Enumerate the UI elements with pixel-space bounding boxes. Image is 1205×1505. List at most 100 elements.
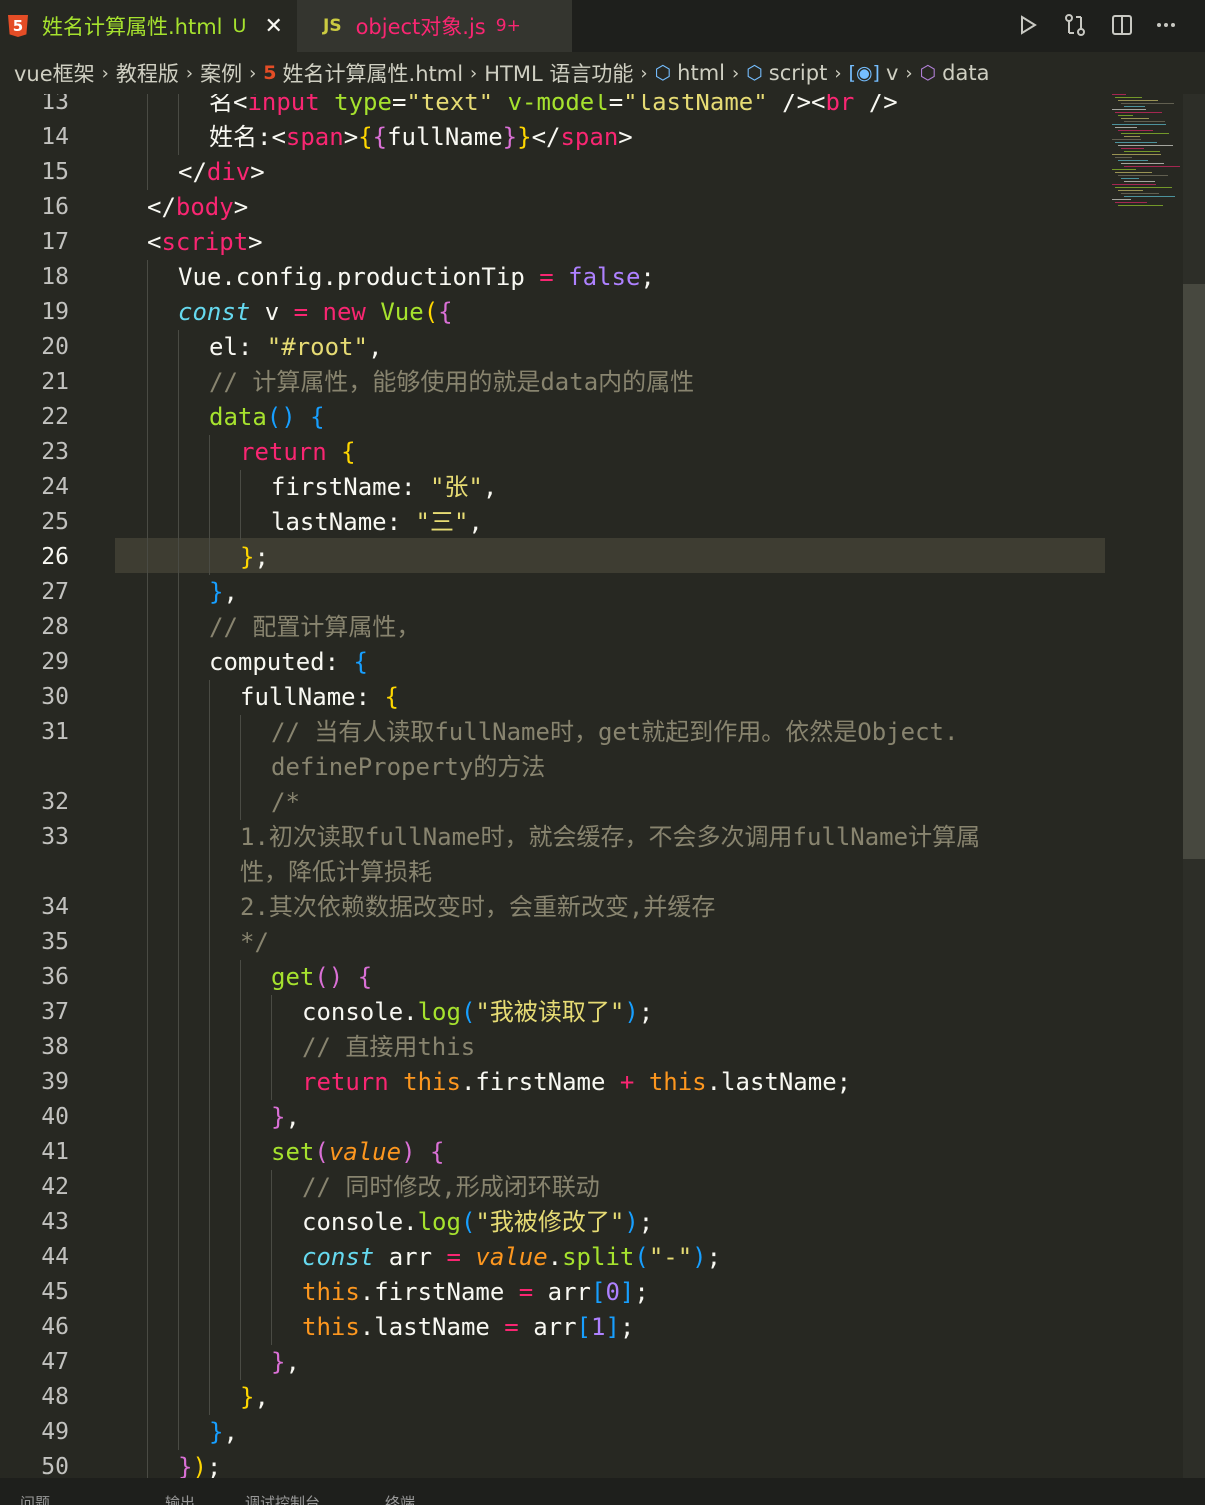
code-token: , (367, 333, 383, 361)
indent-guide (178, 1030, 179, 1065)
code-token: = (539, 263, 554, 291)
indent-guide (271, 1275, 272, 1310)
minimap-line (1112, 169, 1136, 170)
code-token: } (502, 123, 518, 151)
breadcrumb-item[interactable]: ⬡ script (746, 61, 827, 85)
code-token: = (504, 1313, 519, 1341)
indent-guide (240, 1100, 241, 1135)
breadcrumb-item[interactable]: HTML 语言功能 (484, 58, 633, 88)
minimap-line (1124, 166, 1180, 167)
vertical-scrollbar[interactable] (1183, 94, 1205, 1478)
indent-guide (147, 960, 148, 995)
indent-guide (271, 1170, 272, 1205)
code-token: </ (147, 193, 176, 221)
indent-guide (209, 1310, 210, 1345)
code-line: 性，降低计算损耗 (240, 855, 432, 890)
breadcrumb-item[interactable]: ⬡ html (655, 61, 725, 85)
indent-guide (209, 1135, 210, 1170)
indent-guide (209, 435, 210, 470)
indent-guide (178, 785, 179, 820)
code-token: ) (401, 1138, 416, 1166)
code-token: > (233, 193, 249, 221)
code-line: // 配置计算属性， (209, 610, 420, 645)
indent-guide (178, 680, 179, 715)
code-token: .firstName (359, 1278, 519, 1306)
code-token: < (147, 228, 162, 256)
code-editor[interactable]: 13 14 15 16 17 18 19 20 21 22 23 24 25 26 27 28 29 30 31 32… (0, 94, 1205, 1478)
close-icon[interactable]: ✕ (264, 14, 282, 39)
compare-changes-icon[interactable] (1060, 10, 1090, 40)
line-number: 48 (41, 1384, 69, 1410)
code-token: fullName (387, 123, 503, 151)
tab-label: object对象.js (355, 15, 486, 39)
more-actions-icon[interactable] (1151, 10, 1181, 40)
indent-guide (178, 1310, 179, 1345)
code-token: script (161, 228, 249, 256)
code-token: ; (254, 543, 269, 571)
scrollbar-thumb[interactable] (1183, 284, 1205, 859)
breadcrumb-item[interactable]: 案例 (200, 58, 242, 88)
line-number: 49 (41, 1419, 69, 1445)
split-editor-icon[interactable] (1107, 10, 1137, 40)
breadcrumb-label: script (768, 61, 828, 85)
code-token: ) (624, 1208, 639, 1236)
code-token: ] (619, 1278, 635, 1306)
indent-guide (147, 855, 148, 890)
code-line: 1.初次读取fullName时，就会缓存，不会多次调用fullName计算属 (240, 820, 980, 855)
line-number: 15 (41, 159, 69, 185)
run-icon[interactable] (1013, 10, 1043, 40)
code-token: ; (638, 1208, 654, 1236)
code-token: "我被修改了" (475, 1208, 625, 1236)
code-line: computed: { (209, 645, 368, 680)
code-line: // 同时修改,形成闭环联动 (302, 1170, 600, 1205)
indent-guide (240, 1170, 241, 1205)
panel-tab-output[interactable]: 输出 (165, 1492, 195, 1505)
indent-guide (147, 94, 148, 120)
code-line: 名<input type="text" v-model="lastName" /… (209, 94, 898, 120)
breadcrumb-item[interactable]: ⬡ data (920, 61, 990, 85)
code-line: data() { (209, 400, 325, 435)
indent-guide (209, 1205, 210, 1240)
code-token: // 计算属性，能够使用的就是data内的属性 (209, 368, 695, 396)
breadcrumb-item[interactable]: 5 姓名计算属性.html (263, 58, 463, 88)
code-token: } (178, 1453, 193, 1478)
code-line: }, (209, 575, 238, 610)
minimap[interactable] (1108, 94, 1180, 214)
indent-guide (240, 1345, 241, 1380)
indent-guide (240, 750, 241, 785)
minimap-line (1112, 109, 1146, 110)
line-number: 30 (41, 684, 69, 710)
line-number: 23 (41, 439, 69, 465)
indent-guide (271, 1065, 272, 1100)
indent-guide (271, 1240, 272, 1275)
indent-guide (178, 505, 179, 540)
code-token: v (250, 298, 294, 326)
variable-icon: [◉] (848, 62, 880, 84)
indent-guide (178, 1380, 179, 1415)
code-token: value (475, 1243, 548, 1271)
code-token: Vue (380, 298, 424, 326)
code-token: .firstName (460, 1068, 620, 1096)
minimap-line (1115, 97, 1142, 98)
panel-tab-debug-console[interactable]: 调试控制台 (245, 1492, 320, 1505)
indent-guide (147, 505, 148, 540)
indent-guide (178, 120, 179, 155)
line-number: 34 (41, 894, 69, 920)
breadcrumb-item[interactable]: vue框架 (14, 58, 95, 88)
code-token: this (302, 1313, 360, 1341)
line-number: 44 (41, 1244, 69, 1270)
code-line: defineProperty的方法 (271, 750, 545, 785)
tab-js-file[interactable]: JS object对象.js 9+ (297, 0, 572, 52)
panel-tab-terminal[interactable]: 终端 (385, 1492, 415, 1505)
code-token: .lastName (359, 1313, 505, 1341)
minimap-line (1115, 172, 1152, 173)
panel-tab-problems[interactable]: 问题 (20, 1492, 50, 1505)
code-token: ; (706, 1243, 722, 1271)
tab-html-file[interactable]: 5 姓名计算属性.html U ✕ (0, 0, 297, 52)
indent-guide (178, 400, 179, 435)
code-token: "lastName" (623, 94, 768, 116)
code-line: this.firstName = arr[0]; (302, 1275, 649, 1310)
breadcrumb-item[interactable]: [◉] v (849, 61, 899, 85)
breadcrumb-item[interactable]: 教程版 (116, 58, 179, 88)
